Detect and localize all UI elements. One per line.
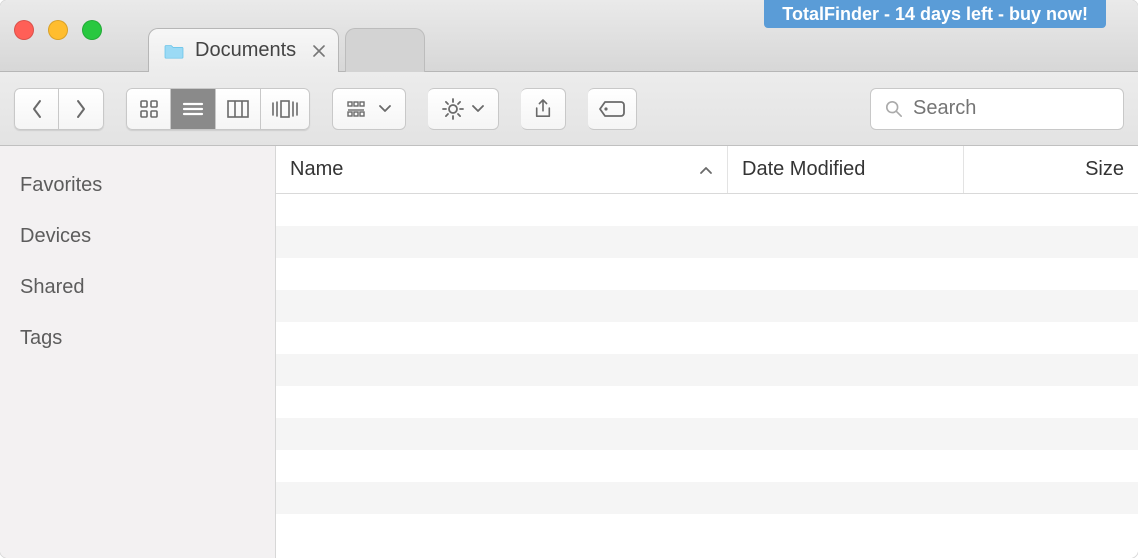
share-button[interactable] — [521, 88, 566, 130]
sidebar-heading-favorites[interactable]: Favorites — [0, 160, 275, 211]
new-tab[interactable] — [345, 28, 425, 72]
column-date-modified[interactable]: Date Modified — [728, 146, 964, 193]
list-row — [276, 482, 1138, 514]
list-row — [276, 226, 1138, 258]
arrange-button[interactable] — [332, 88, 406, 130]
column-name-label: Name — [290, 158, 343, 181]
file-rows — [276, 194, 1138, 558]
minimize-button[interactable] — [48, 20, 68, 40]
column-size-label: Size — [1085, 158, 1124, 181]
forward-button[interactable] — [59, 88, 104, 130]
icon-view-button[interactable] — [126, 88, 171, 130]
share-icon — [534, 98, 552, 120]
column-headers: Name Date Modified Size — [276, 146, 1138, 194]
search-input[interactable] — [913, 97, 1109, 120]
chevron-right-icon — [75, 99, 87, 119]
file-list: Name Date Modified Size — [276, 146, 1138, 558]
tag-icon — [598, 100, 626, 118]
grid-icon — [139, 99, 159, 119]
tags-button[interactable] — [588, 88, 637, 130]
list-row — [276, 258, 1138, 290]
chevron-down-icon — [379, 105, 391, 113]
action-button[interactable] — [428, 88, 499, 130]
window-controls — [14, 20, 102, 40]
sidebar-heading-devices[interactable]: Devices — [0, 211, 275, 262]
column-date-label: Date Modified — [742, 158, 865, 181]
search-icon — [885, 100, 903, 118]
folder-icon — [163, 42, 185, 60]
titlebar: TotalFinder - 14 days left - buy now! Do… — [0, 0, 1138, 72]
column-size[interactable]: Size — [964, 146, 1138, 193]
close-button[interactable] — [14, 20, 34, 40]
list-row — [276, 418, 1138, 450]
list-row — [276, 386, 1138, 418]
coverflow-icon — [271, 100, 299, 118]
maximize-button[interactable] — [82, 20, 102, 40]
coverflow-view-button[interactable] — [261, 88, 310, 130]
trial-banner[interactable]: TotalFinder - 14 days left - buy now! — [764, 0, 1106, 28]
list-row — [276, 354, 1138, 386]
sidebar-heading-tags[interactable]: Tags — [0, 313, 275, 364]
back-button[interactable] — [14, 88, 59, 130]
nav-buttons — [14, 88, 104, 130]
view-mode-buttons — [126, 88, 310, 130]
list-row — [276, 322, 1138, 354]
list-row — [276, 290, 1138, 322]
search-field[interactable] — [870, 88, 1124, 130]
close-tab-icon[interactable] — [312, 44, 326, 58]
list-row — [276, 194, 1138, 226]
sort-ascending-icon — [699, 165, 713, 175]
gear-icon — [442, 98, 464, 120]
body: Favorites Devices Shared Tags Name Date … — [0, 146, 1138, 558]
sidebar: Favorites Devices Shared Tags — [0, 146, 276, 558]
columns-icon — [227, 100, 249, 118]
list-row — [276, 450, 1138, 482]
tab-bar: Documents — [148, 24, 425, 72]
chevron-left-icon — [31, 99, 43, 119]
column-view-button[interactable] — [216, 88, 261, 130]
chevron-down-icon — [472, 105, 484, 113]
tab-label: Documents — [195, 39, 296, 62]
list-icon — [182, 101, 204, 117]
sidebar-heading-shared[interactable]: Shared — [0, 262, 275, 313]
finder-window: TotalFinder - 14 days left - buy now! Do… — [0, 0, 1138, 558]
list-row — [276, 514, 1138, 546]
column-name[interactable]: Name — [276, 146, 728, 193]
arrange-icon — [347, 101, 371, 117]
tab-documents[interactable]: Documents — [148, 28, 339, 72]
list-view-button[interactable] — [171, 88, 216, 130]
toolbar — [0, 72, 1138, 146]
trial-banner-text: TotalFinder - 14 days left - buy now! — [782, 4, 1088, 25]
